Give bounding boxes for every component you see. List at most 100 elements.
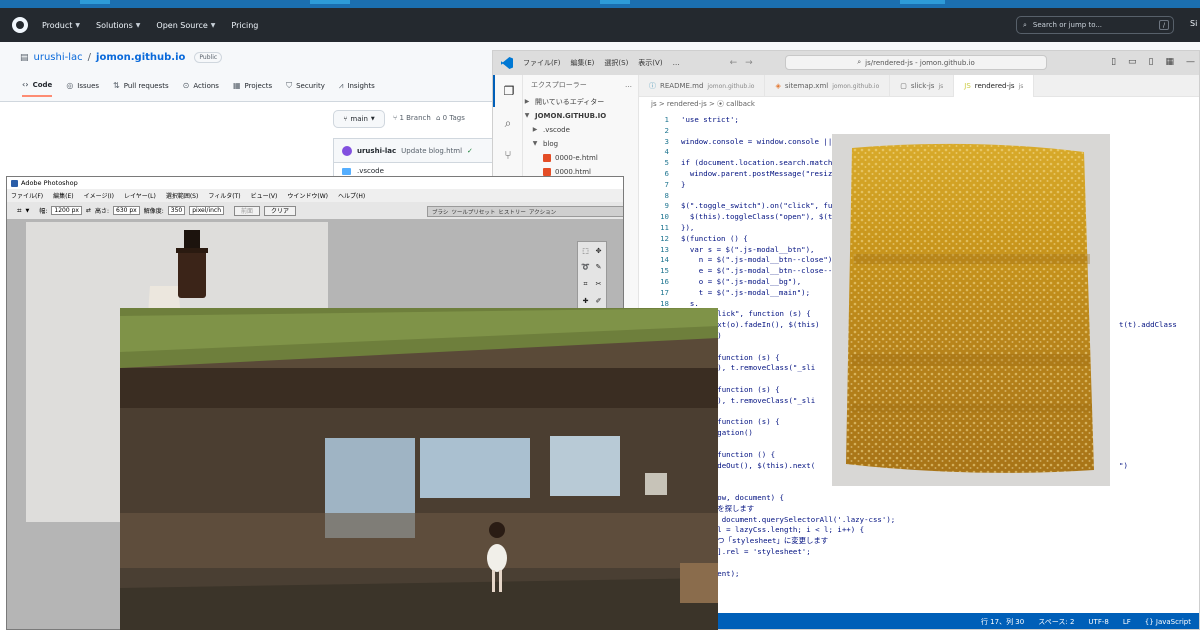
repo-owner-link[interactable]: urushi-lac [34, 52, 83, 63]
menu-view[interactable]: 表示(V) [638, 58, 662, 68]
search-icon[interactable]: ⌕ [493, 107, 523, 139]
status-indent[interactable]: スペース: 2 [1038, 617, 1074, 627]
nav-arrows-icon[interactable]: ←→ [730, 58, 761, 68]
menu-selection[interactable]: 選択(S) [604, 58, 628, 68]
menu-filter[interactable]: フィルタ(T) [208, 191, 240, 200]
code-line[interactable]: 16 o = $(".js-modal__bg"), [639, 277, 801, 288]
width-field[interactable]: 1200 px [51, 206, 82, 215]
status-cursor-position[interactable]: 行 17、列 30 [981, 617, 1024, 627]
commit-message[interactable]: Update blog.html [401, 147, 462, 155]
brush-tool-icon[interactable]: ✐ [593, 294, 604, 308]
code-line[interactable]: 15 e = $(".js-modal__btn--close--fi [639, 266, 841, 277]
branch-count-link[interactable]: ⑂ 1 Branch [393, 114, 431, 122]
heal-tool-icon[interactable]: ✚ [580, 294, 591, 308]
code-line[interactable]: 12 $(function () { [639, 234, 748, 245]
code-line[interactable]: 5 if (document.location.search.match(/ [639, 158, 842, 169]
code-line[interactable]: 9 $(".toggle_switch").on("click", func [639, 201, 842, 212]
status-eol[interactable]: LF [1123, 618, 1131, 626]
palette-tab-presets[interactable]: ツールプリセット [451, 208, 495, 216]
menu-file[interactable]: ファイル(F) [523, 58, 561, 68]
code-line[interactable]: 7} [639, 180, 686, 191]
search-input[interactable]: ⌕ Search or jump to... / [1016, 16, 1174, 34]
code-line[interactable]: 4 [639, 147, 681, 158]
tree-item-blog[interactable]: ▼ blog [523, 137, 638, 151]
crop-tool-icon[interactable]: ⌗ [17, 206, 22, 216]
code-line[interactable]: 11}), [639, 223, 694, 234]
toggle-panel-icon[interactable]: ▭ [1128, 57, 1137, 67]
tag-count-link[interactable]: ⌂ 0 Tags [436, 114, 465, 122]
tab-sitemap[interactable]: ◈ sitemap.xml jomon.github.io [765, 75, 891, 97]
code-line[interactable]: 17 t = $(".js-modal__main"); [639, 288, 810, 299]
toggle-sidebar-icon[interactable]: ▯ [1111, 57, 1116, 67]
menu-edit[interactable]: 編集(E) [53, 191, 73, 200]
nav-solutions[interactable]: Solutions ▼ [96, 21, 140, 30]
commit-author[interactable]: urushi-lac [357, 147, 396, 155]
command-center[interactable]: ⌕ js/rendered-js - jomon.github.io [785, 55, 1047, 70]
branch-selector[interactable]: ⑂ main ▼ [333, 110, 385, 128]
more-icon[interactable]: … [625, 75, 632, 95]
menu-help[interactable]: ヘルプ(H) [338, 191, 365, 200]
code-line[interactable]: 1 'use strict'; [639, 115, 739, 126]
status-language[interactable]: {} JavaScript [1145, 618, 1191, 626]
code-line[interactable]: 2 [639, 126, 681, 137]
tab-code[interactable]: ‹› Code [22, 80, 53, 97]
marquee-tool-icon[interactable]: ⬚ [580, 244, 591, 258]
tab-security[interactable]: ⛉ Security [286, 80, 325, 97]
move-tool-icon[interactable]: ✥ [593, 244, 604, 258]
nav-open-source[interactable]: Open Source ▼ [156, 21, 215, 30]
palette-tab-actions[interactable]: アクション [529, 208, 556, 216]
tab-issues[interactable]: ◎ Issues [66, 80, 99, 97]
resolution-unit-select[interactable]: pixel/inch [189, 206, 225, 215]
menu-view[interactable]: ビュー(V) [251, 191, 278, 200]
resolution-field[interactable]: 350 [167, 206, 186, 215]
menu-select[interactable]: 選択範囲(S) [166, 191, 199, 200]
customize-layout-icon[interactable]: ▦ [1165, 57, 1174, 67]
menu-edit[interactable]: 編集(E) [571, 58, 595, 68]
code-line[interactable]: 13 var s = $(".js-modal__btn"), [639, 245, 814, 256]
palette-tab-history[interactable]: ヒストリー [498, 208, 526, 216]
tab-actions[interactable]: ⊙ Actions [183, 80, 219, 97]
front-image-button[interactable]: 前面 [234, 205, 261, 216]
repo-name-link[interactable]: jomon.github.io [96, 52, 185, 63]
tab-rendered-js[interactable]: JS rendered-js js [954, 75, 1035, 97]
code-fragment[interactable]: Css = document.querySelectorAll('.lazy-c… [695, 515, 895, 526]
open-editors-section[interactable]: ▶ 開いているエディター [523, 95, 638, 109]
menu-more[interactable]: … [673, 59, 680, 67]
minimize-icon[interactable]: — [1186, 57, 1195, 67]
tab-insights[interactable]: ⩘ Insights [339, 80, 375, 97]
nav-product[interactable]: Product ▼ [42, 21, 80, 30]
toggle-secondary-icon[interactable]: ▯ [1149, 57, 1154, 67]
tab-slick-js[interactable]: ▢ slick-js js [890, 75, 955, 97]
chevron-down-icon[interactable]: ▼ [26, 208, 30, 214]
breadcrumb[interactable]: js > rendered-js > ⦿ callback [639, 97, 1199, 111]
crop-tool-icon[interactable]: ⌗ [580, 277, 591, 292]
tree-item-vscode[interactable]: ▶ .vscode [523, 123, 638, 137]
code-line[interactable]: 6 window.parent.postMessage("resize" [639, 169, 842, 180]
code-line[interactable]: 14 n = $(".js-modal__btn--close"), [639, 255, 837, 266]
menu-layer[interactable]: レイヤー(L) [124, 191, 156, 200]
tab-readme[interactable]: ⓘ README.md jomon.github.io [639, 75, 766, 97]
swap-icon[interactable]: ⇄ [86, 207, 91, 214]
code-line[interactable]: 10 $(this).toggleClass("open"), $(th [639, 212, 837, 223]
nav-pricing[interactable]: Pricing [231, 21, 258, 30]
github-logo-icon[interactable] [12, 17, 28, 33]
sign-in-link[interactable]: Si [1190, 19, 1197, 28]
status-encoding[interactable]: UTF-8 [1088, 618, 1108, 626]
tab-projects[interactable]: ▦ Projects [233, 80, 272, 97]
lasso-tool-icon[interactable]: ➰ [580, 260, 591, 274]
menu-file[interactable]: ファイル(F) [11, 191, 43, 200]
menu-image[interactable]: イメージ(I) [84, 191, 114, 200]
clear-button[interactable]: クリア [264, 205, 297, 216]
tab-pull-requests[interactable]: ⇅ Pull requests [113, 80, 169, 97]
workspace-root[interactable]: ▼ JOMON.GITHUB.IO [523, 109, 638, 123]
source-control-icon[interactable]: ⑂ [493, 139, 523, 171]
code-line[interactable]: 8 [639, 191, 681, 202]
menu-window[interactable]: ウインドウ(W) [287, 191, 328, 200]
explorer-icon[interactable]: ❐ [493, 75, 523, 107]
avatar[interactable] [342, 145, 352, 156]
wand-tool-icon[interactable]: ✎ [593, 260, 604, 274]
code-fragment[interactable]: = 0, l = lazyCss.length; i < l; i++) { [695, 525, 864, 536]
slice-tool-icon[interactable]: ✂ [593, 277, 604, 292]
tree-item-0000-e[interactable]: 0000-e.html [523, 151, 638, 165]
palette-tab-brush[interactable]: ブラシ [432, 208, 448, 216]
